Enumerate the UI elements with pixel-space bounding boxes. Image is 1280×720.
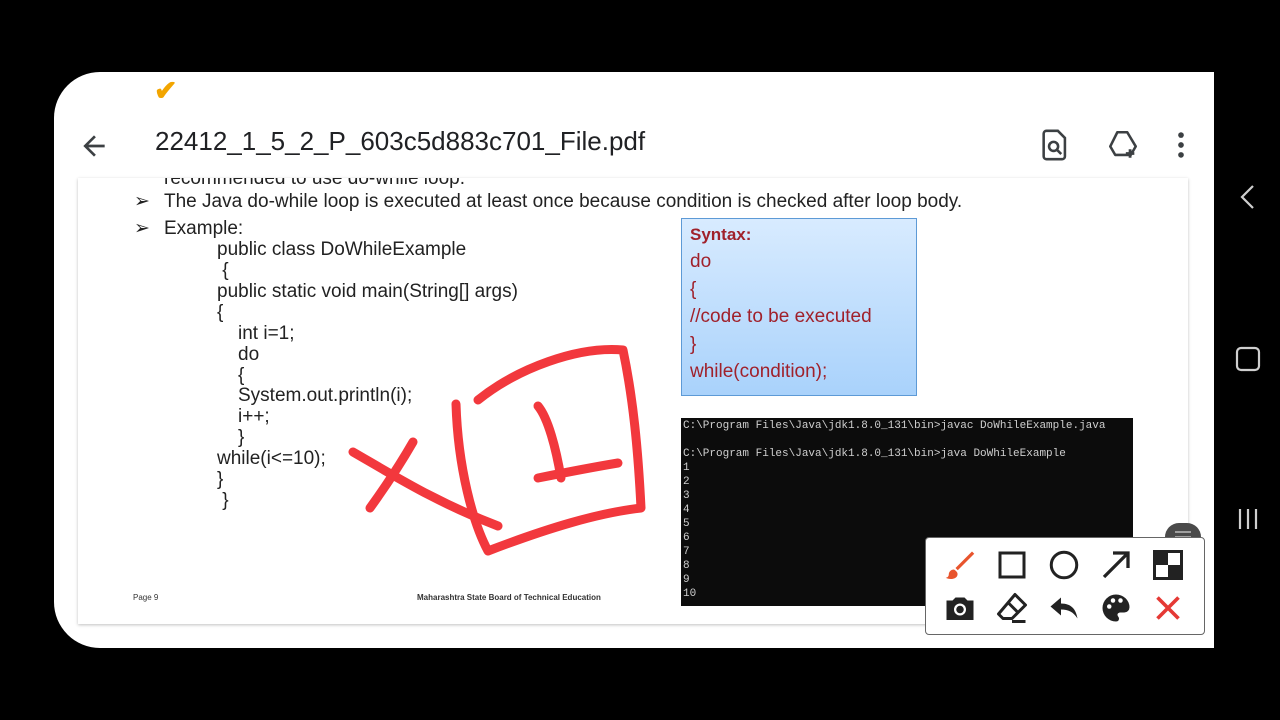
chevron-left-icon[interactable]: [1236, 183, 1260, 211]
pen-stroke-x: [365, 437, 418, 513]
eraser-icon[interactable]: [994, 590, 1030, 626]
checkmark-icon: ✔: [154, 75, 178, 106]
search-document-icon[interactable]: [1038, 128, 1072, 162]
annotation-toolbar: [925, 537, 1205, 635]
pen-stroke-one: [533, 458, 623, 483]
rectangle-icon[interactable]: [994, 547, 1030, 583]
palette-icon[interactable]: [1098, 590, 1134, 626]
add-to-drive-icon[interactable]: [1106, 128, 1140, 162]
home-square-icon[interactable]: [1234, 345, 1262, 373]
arrow-left-icon[interactable]: [78, 130, 110, 162]
camera-icon[interactable]: [942, 590, 978, 626]
circle-icon[interactable]: [1046, 547, 1082, 583]
mosaic-icon[interactable]: [1150, 547, 1186, 583]
undo-icon[interactable]: [1046, 590, 1082, 626]
recent-apps-icon[interactable]: [1234, 505, 1262, 533]
brush-icon[interactable]: [942, 547, 978, 583]
close-icon[interactable]: [1150, 590, 1186, 626]
document-title: 22412_1_5_2_P_603c5d883c701_File.pdf: [155, 126, 646, 156]
arrow-icon[interactable]: [1098, 547, 1134, 583]
more-vert-icon[interactable]: [1164, 128, 1198, 162]
app-bar: 22412_1_5_2_P_603c5d883c701_File.pdf: [54, 112, 1214, 178]
pen-stroke-one: [533, 401, 566, 483]
